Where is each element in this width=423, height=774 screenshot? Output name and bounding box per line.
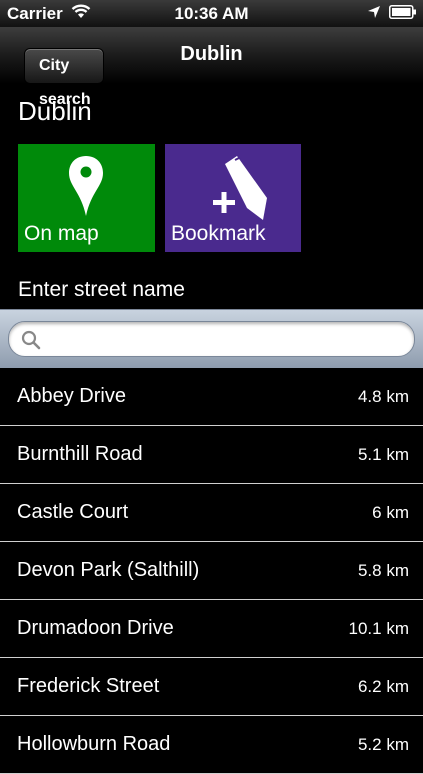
street-list: Abbey Drive 4.8 km Burnthill Road 5.1 km… bbox=[0, 368, 423, 774]
search-input[interactable] bbox=[45, 322, 409, 358]
city-heading: Dublin bbox=[18, 96, 92, 126]
list-item[interactable]: Devon Park (Salthill) 5.8 km bbox=[0, 542, 423, 600]
street-name: Castle Court bbox=[17, 501, 129, 523]
street-prompt: Enter street name bbox=[18, 278, 185, 301]
street-name: Frederick Street bbox=[17, 675, 160, 697]
search-bar bbox=[0, 309, 423, 370]
navigation-bar: City search Dublin bbox=[0, 27, 423, 108]
street-distance: 5.2 km bbox=[357, 735, 409, 754]
map-pin-icon bbox=[69, 156, 103, 216]
location-arrow-icon bbox=[367, 4, 381, 24]
street-name: Abbey Drive bbox=[17, 385, 126, 407]
street-distance: 5.8 km bbox=[357, 561, 409, 580]
list-item[interactable]: Abbey Drive 4.8 km bbox=[0, 368, 423, 426]
street-name: Hollowburn Road bbox=[17, 733, 171, 755]
street-name: Burnthill Road bbox=[17, 443, 143, 465]
street-distance: 10.1 km bbox=[348, 619, 409, 638]
bookmark-add-icon bbox=[213, 156, 267, 220]
street-distance: 6.2 km bbox=[357, 677, 409, 696]
list-item[interactable]: Drumadoon Drive 10.1 km bbox=[0, 600, 423, 658]
street-distance: 5.1 km bbox=[357, 445, 409, 464]
street-name: Drumadoon Drive bbox=[17, 617, 174, 639]
search-icon bbox=[21, 330, 41, 355]
search-field[interactable] bbox=[8, 321, 415, 358]
status-right bbox=[367, 4, 417, 24]
status-bar: Carrier 10:36 AM bbox=[0, 0, 423, 27]
bookmark-tile[interactable]: Bookmark bbox=[165, 144, 301, 252]
battery-icon bbox=[389, 4, 417, 24]
on-map-tile[interactable]: On map bbox=[18, 144, 155, 252]
status-time: 10:36 AM bbox=[174, 4, 249, 23]
nav-title: Dublin bbox=[180, 43, 243, 65]
list-item[interactable]: Castle Court 6 km bbox=[0, 484, 423, 542]
bookmark-label: Bookmark bbox=[171, 222, 266, 245]
on-map-label: On map bbox=[24, 222, 99, 245]
street-distance: 6 km bbox=[372, 503, 409, 522]
list-item[interactable]: Frederick Street 6.2 km bbox=[0, 658, 423, 716]
list-item[interactable]: Burnthill Road 5.1 km bbox=[0, 426, 423, 484]
street-distance: 4.8 km bbox=[357, 387, 409, 406]
street-name: Devon Park (Salthill) bbox=[17, 559, 200, 581]
list-item[interactable]: Hollowburn Road 5.2 km bbox=[0, 716, 423, 774]
